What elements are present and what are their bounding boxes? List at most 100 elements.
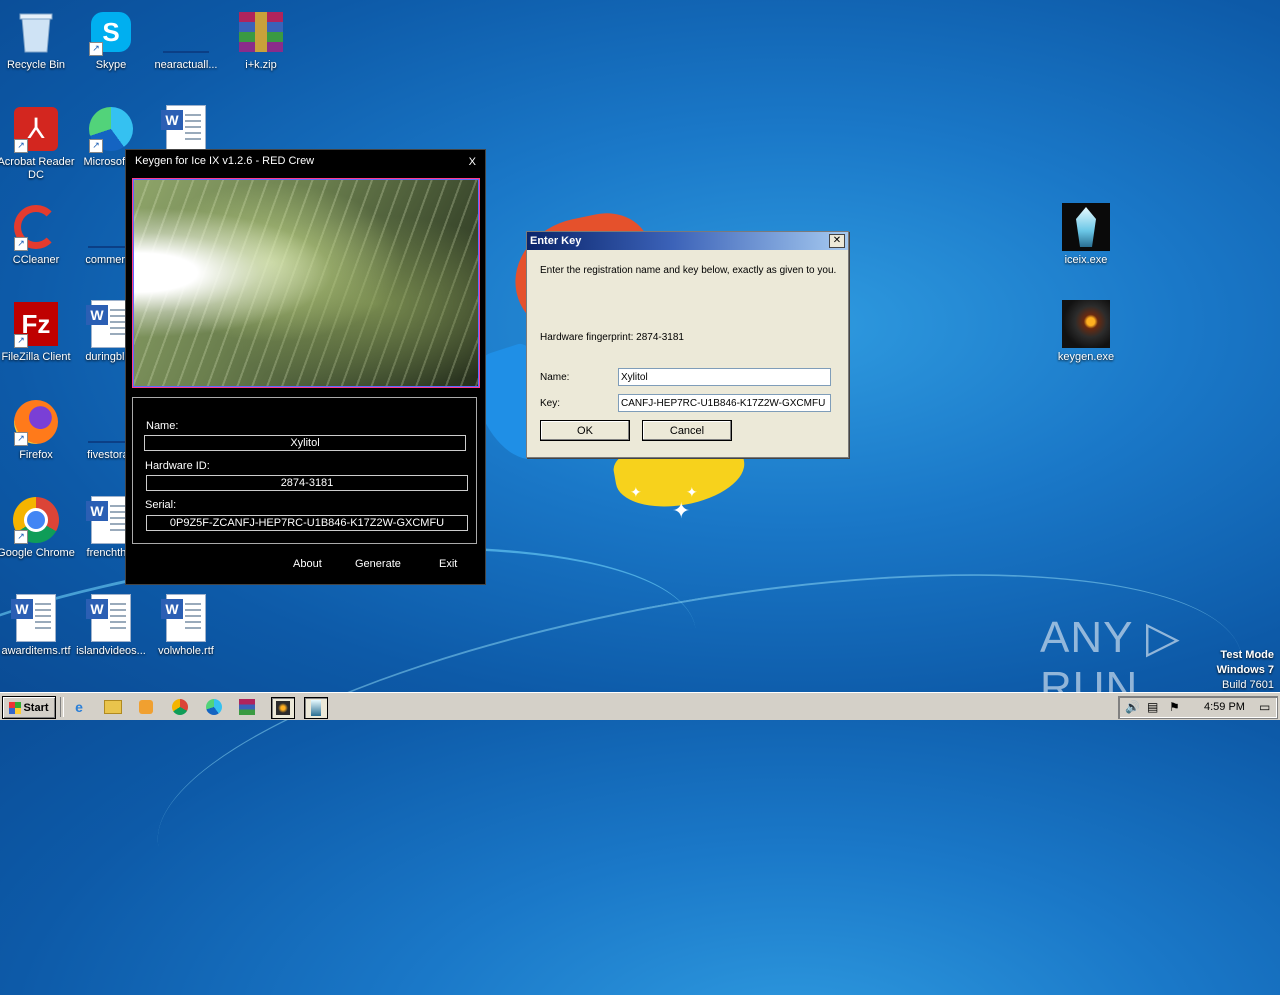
cancel-button[interactable]: Cancel	[642, 420, 732, 441]
firefox-icon: ↗	[12, 398, 60, 446]
os-label: Windows 7	[1216, 664, 1274, 676]
key-label: Key:	[540, 398, 561, 409]
media-player-icon	[139, 700, 153, 714]
desktop-icon-label: nearactuall...	[154, 59, 218, 71]
edge-taskbar-button[interactable]	[203, 697, 225, 717]
filezilla-icon: Fz ↗	[12, 300, 60, 348]
edge-icon	[206, 699, 222, 715]
volume-icon[interactable]: 🔊	[1125, 700, 1140, 714]
desktop-icon-firefox[interactable]: ↗ Firefox	[0, 398, 75, 462]
folder-icon	[104, 700, 122, 714]
desktop-icon-recycle-bin[interactable]: Recycle Bin	[0, 8, 75, 72]
explorer-quicklaunch[interactable]	[102, 697, 124, 717]
exit-button[interactable]: Exit	[439, 558, 457, 570]
winrar-icon	[239, 699, 255, 715]
enter-key-dialog: Enter Key ✕ Enter the registration name …	[526, 231, 849, 458]
chrome-taskbar-button[interactable]	[169, 697, 191, 717]
about-button[interactable]: About	[293, 558, 322, 570]
desktop-icon-label: Firefox	[19, 449, 53, 461]
desktop-icon-acrobat[interactable]: ⅄ ↗ Acrobat Reader DC	[0, 105, 75, 182]
desktop-icon-label: Recycle Bin	[6, 59, 66, 71]
desktop-icon-awarditems[interactable]: W awarditems.rtf	[0, 594, 75, 658]
hardware-fingerprint: Hardware fingerprint: 2874-3181	[540, 332, 684, 343]
serial-label: Serial:	[145, 499, 177, 511]
word-document-icon: W	[161, 594, 210, 642]
desktop-icon-chrome[interactable]: ↗ Google Chrome	[0, 496, 75, 560]
shortcut-arrow-icon: ↗	[89, 42, 103, 56]
show-desktop-icon[interactable]: ▭	[1259, 700, 1270, 714]
desktop-icon-label: iceix.exe	[1064, 254, 1108, 266]
dialog-instructions: Enter the registration name and key belo…	[540, 265, 837, 276]
desktop-icon-filezilla[interactable]: Fz ↗ FileZilla Client	[0, 300, 75, 364]
skull-icon	[1062, 300, 1110, 348]
taskbar: Start e 🔊 ▤ ⚑ 4:59 PM ▭	[0, 692, 1280, 720]
desktop-icon-label: awarditems.rtf	[1, 645, 71, 657]
shortcut-arrow-icon: ↗	[14, 432, 28, 446]
desktop-icon-iceix[interactable]: iceix.exe	[1047, 203, 1125, 267]
flag-icon[interactable]: ⚑	[1169, 700, 1180, 714]
shortcut-arrow-icon: ↗	[14, 530, 28, 544]
sparkle-icon: ✦	[630, 484, 642, 500]
acrobat-icon: ⅄ ↗	[12, 105, 60, 153]
ie-quicklaunch[interactable]: e	[68, 697, 90, 717]
word-document-icon: W	[161, 105, 210, 153]
word-document-icon: W	[86, 594, 135, 642]
desktop-icon-islandvideos[interactable]: W islandvideos...	[72, 594, 150, 658]
network-icon[interactable]: ▤	[1147, 700, 1158, 714]
crystal-icon	[311, 700, 321, 716]
generate-button[interactable]: Generate	[355, 558, 401, 570]
desktop-icon-label: keygen.exe	[1057, 351, 1115, 363]
close-button[interactable]: ✕	[829, 234, 845, 248]
build-label: Build 7601	[1222, 679, 1274, 691]
desktop-icon-nearactuall[interactable]: nearactuall...	[147, 8, 225, 72]
skull-icon	[276, 701, 290, 715]
media-player-quicklaunch[interactable]	[135, 697, 157, 717]
keygen-window: Keygen for Ice IX v1.2.6 - RED Crew X Na…	[125, 149, 486, 585]
shortcut-arrow-icon: ↗	[14, 139, 28, 153]
start-button[interactable]: Start	[2, 696, 56, 719]
test-mode-label: Test Mode	[1220, 649, 1274, 661]
iceix-taskbar-button[interactable]	[304, 697, 328, 719]
desktop-icon-ik-zip[interactable]: i+k.zip	[222, 8, 300, 72]
crystal-icon	[1062, 203, 1110, 251]
start-label: Start	[23, 701, 49, 714]
desktop-icon-label: Acrobat Reader DC	[0, 156, 75, 181]
clock[interactable]: 4:59 PM	[1204, 701, 1245, 713]
sparkle-icon: ✦	[686, 484, 698, 500]
key-input[interactable]	[618, 394, 831, 412]
ok-button[interactable]: OK	[540, 420, 630, 441]
keygen-fields-panel: Name: Xylitol Hardware ID: 2874-3181 Ser…	[132, 397, 477, 544]
keygen-taskbar-button[interactable]	[271, 697, 295, 719]
internet-explorer-icon: e	[75, 699, 83, 715]
desktop-icon-label: volwhole.rtf	[158, 645, 214, 657]
desktop-icon-keygen[interactable]: keygen.exe	[1047, 300, 1125, 364]
chrome-icon	[172, 699, 188, 715]
edge-icon: ↗	[87, 105, 135, 153]
shortcut-arrow-icon: ↗	[14, 237, 28, 251]
name-input[interactable]	[618, 368, 831, 386]
desktop-icon-ccleaner[interactable]: ↗ CCleaner	[0, 203, 75, 267]
window-title: Keygen for Ice IX v1.2.6 - RED Crew	[135, 155, 315, 167]
ccleaner-icon: ↗	[12, 203, 60, 251]
name-label: Name:	[146, 420, 179, 432]
shortcut-arrow-icon: ↗	[89, 139, 103, 153]
dialog-title: Enter Key	[527, 232, 848, 250]
desktop-icon-volwhole[interactable]: W volwhole.rtf	[147, 594, 225, 658]
system-tray: 🔊 ▤ ⚑ 4:59 PM ▭	[1118, 696, 1278, 719]
blank-file-icon	[162, 8, 210, 56]
hardware-id-label: Hardware ID:	[145, 460, 210, 472]
desktop-icon-skype[interactable]: S ↗ Skype	[72, 8, 150, 72]
desktop-icon-label: CCleaner	[12, 254, 60, 266]
name-field[interactable]: Xylitol	[144, 435, 466, 451]
desktop-icon-label: FileZilla Client	[1, 351, 71, 363]
keygen-artwork	[132, 178, 480, 388]
winrar-taskbar-button[interactable]	[236, 697, 258, 717]
taskbar-separator	[60, 697, 64, 717]
sparkle-icon: ✦	[672, 498, 691, 523]
hardware-id-field[interactable]: 2874-3181	[146, 475, 468, 491]
serial-field[interactable]: 0P9Z5F-ZCANFJ-HEP7RC-U1B846-K17Z2W-GXCMF…	[146, 515, 468, 531]
chrome-icon: ↗	[12, 496, 60, 544]
close-button[interactable]: X	[469, 156, 476, 168]
test-mode-notice: Test Mode Windows 7 Build 7601	[1217, 648, 1274, 693]
winrar-archive-icon	[237, 8, 285, 56]
